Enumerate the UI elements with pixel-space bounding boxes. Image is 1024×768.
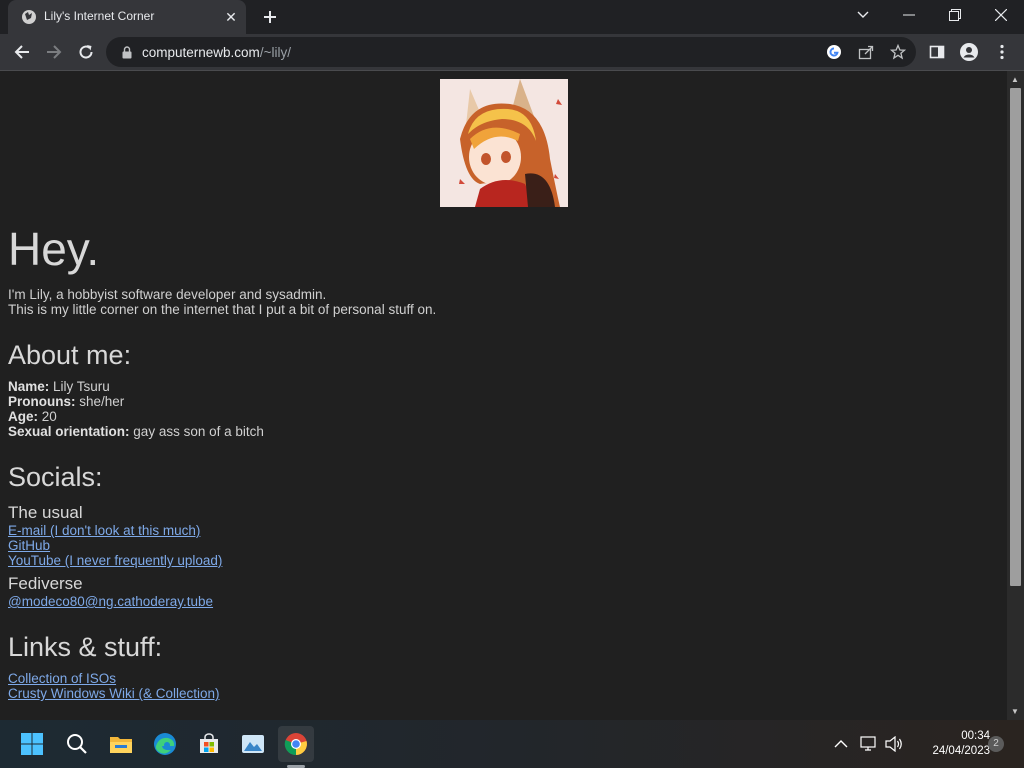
store-icon[interactable] — [191, 726, 227, 762]
youtube-link[interactable]: YouTube (I never frequently upload) — [8, 553, 998, 568]
field-label: Name: — [8, 379, 50, 394]
windows-wiki-link[interactable]: Crusty Windows Wiki (& Collection) — [8, 686, 998, 701]
address-bar[interactable]: computernewb.com/~lily/ — [106, 37, 916, 67]
field-label: Age: — [8, 409, 38, 424]
intro-line-1: I'm Lily, a hobbyist software developer … — [8, 287, 327, 302]
scroll-down-arrow-icon[interactable]: ▼ — [1011, 707, 1019, 716]
minimize-button[interactable] — [886, 0, 932, 30]
about-name: Name: Lily Tsuru — [8, 379, 998, 394]
field-value: gay ass son of a bitch — [133, 424, 264, 439]
url-host: computernewb.com — [142, 45, 260, 60]
about-pronouns: Pronouns: she/her — [8, 394, 998, 409]
field-label: Sexual orientation: — [8, 424, 130, 439]
clock-time: 00:34 — [961, 730, 990, 742]
usual-subheading: The usual — [8, 503, 83, 522]
side-panel-icon[interactable] — [923, 38, 951, 66]
back-button[interactable] — [8, 38, 36, 66]
menu-kebab-icon[interactable] — [988, 38, 1016, 66]
tab-close-icon[interactable]: ✕ — [222, 8, 240, 26]
browser-tab[interactable]: Lily's Internet Corner ✕ — [8, 0, 246, 34]
github-link[interactable]: GitHub — [8, 538, 998, 553]
google-lens-icon[interactable] — [825, 43, 843, 61]
site-favicon-icon — [21, 9, 37, 25]
links-heading: Links & stuff: — [8, 632, 163, 662]
about-heading: About me: — [8, 340, 132, 370]
photos-icon[interactable] — [235, 726, 271, 762]
email-link[interactable]: E-mail (I don't look at this much) — [8, 523, 998, 538]
url-path: /~lily/ — [259, 45, 291, 60]
field-label: Pronouns: — [8, 394, 76, 409]
start-icon[interactable] — [14, 726, 50, 762]
share-icon[interactable] — [857, 43, 875, 61]
lock-icon[interactable] — [118, 43, 136, 61]
volume-icon[interactable] — [884, 734, 904, 754]
about-orientation: Sexual orientation: gay ass son of a bit… — [8, 424, 998, 439]
page-viewport: Hey. I'm Lily, a hobbyist software devel… — [0, 71, 1007, 720]
file-explorer-icon[interactable] — [103, 726, 139, 762]
field-value: Lily Tsuru — [53, 379, 110, 394]
about-age: Age: 20 — [8, 409, 998, 424]
page-content: Hey. I'm Lily, a hobbyist software devel… — [8, 221, 998, 701]
clock-date: 24/04/2023 — [932, 745, 990, 757]
new-tab-button[interactable] — [258, 6, 282, 28]
network-icon[interactable] — [859, 734, 879, 754]
socials-heading: Socials: — [8, 462, 103, 492]
chrome-icon[interactable] — [278, 726, 314, 762]
windows-taskbar: 00:34 24/04/2023 2 — [0, 720, 1024, 768]
page-heading: Hey. — [8, 223, 100, 275]
tab-search-icon[interactable] — [840, 0, 886, 30]
tab-strip: Lily's Internet Corner ✕ — [0, 0, 1024, 34]
fediverse-subheading: Fediverse — [8, 574, 83, 593]
page-scrollbar[interactable]: ▲ ▼ — [1007, 71, 1024, 720]
edge-icon[interactable] — [147, 726, 183, 762]
bookmark-star-icon[interactable] — [889, 43, 907, 61]
notification-badge[interactable]: 2 — [988, 736, 1004, 752]
intro-line-2: This is my little corner on the internet… — [8, 302, 437, 317]
field-value: 20 — [41, 409, 57, 424]
taskbar-clock[interactable]: 00:34 24/04/2023 — [912, 729, 990, 759]
reload-button[interactable] — [72, 38, 100, 66]
browser-toolbar: computernewb.com/~lily/ — [0, 34, 1024, 71]
restore-button[interactable] — [932, 0, 978, 30]
chevron-up-icon[interactable] — [831, 734, 851, 754]
search-icon[interactable] — [59, 726, 95, 762]
isos-link[interactable]: Collection of ISOs — [8, 671, 998, 686]
field-value: she/her — [79, 394, 125, 409]
fediverse-link[interactable]: @modeco80@ng.cathoderay.tube — [8, 594, 998, 609]
profile-icon[interactable] — [955, 38, 983, 66]
scrollbar-thumb[interactable] — [1010, 88, 1021, 586]
avatar-image — [440, 79, 568, 207]
url-text[interactable]: computernewb.com/~lily/ — [142, 45, 291, 60]
scroll-up-arrow-icon[interactable]: ▲ — [1011, 75, 1019, 84]
tab-title: Lily's Internet Corner — [44, 9, 155, 23]
forward-button[interactable] — [40, 38, 68, 66]
close-window-button[interactable] — [978, 0, 1024, 30]
